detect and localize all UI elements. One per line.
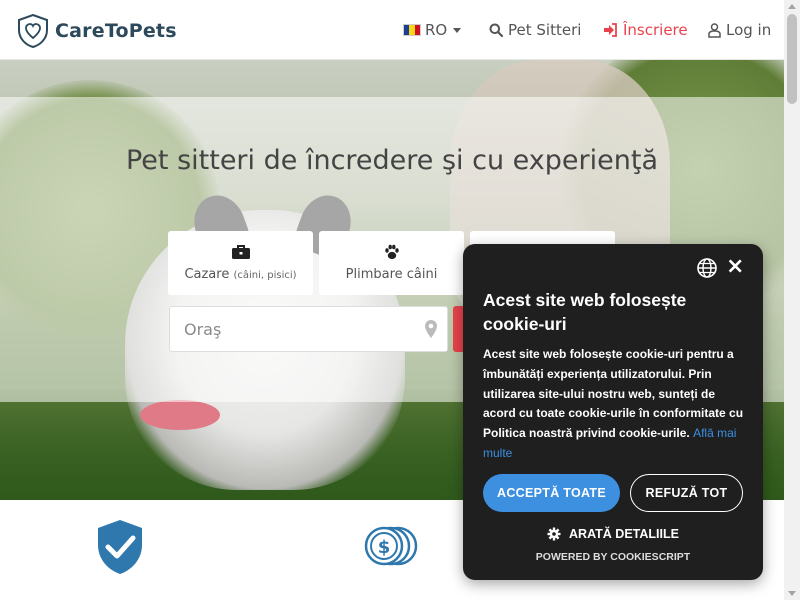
sign-in-icon (604, 23, 617, 37)
nav-pet-sitters-label: Pet Sitteri (508, 21, 582, 39)
show-details-button[interactable]: ARATĂ DETALIILE (463, 527, 763, 541)
powered-by-label: POWERED BY COOKIESCRIPT (535, 551, 691, 563)
scroll-thumb[interactable] (787, 14, 797, 104)
search-icon (489, 23, 503, 37)
svg-text:$: $ (378, 537, 391, 558)
user-icon (708, 22, 721, 38)
service-tab-boarding[interactable]: Cazare (câini, pisici) (168, 231, 313, 295)
hero-title: Pet sitteri de încredere şi cu experienţ… (125, 145, 658, 176)
accept-all-button[interactable]: ACCEPTĂ TOATE (483, 474, 620, 512)
romania-flag-icon (403, 24, 421, 36)
cookie-title: Acest site web folosește cookie-uri (483, 290, 687, 334)
coins-dollar-icon: $ (364, 526, 418, 566)
nav-signup[interactable]: Înscriere (603, 0, 688, 60)
service-tab-boarding-label: Cazare (184, 267, 230, 282)
gear-icon (547, 527, 561, 541)
service-tab-boarding-sub: (câini, pisici) (233, 270, 297, 281)
cookie-body: Acest site web folosește cookie-uri pent… (483, 345, 748, 464)
refuse-all-button[interactable]: REFUZĂ TOT (630, 474, 743, 512)
map-pin-icon (425, 320, 437, 338)
site-header: CareToPets RO Pet Sitteri Înscriere Log … (0, 0, 784, 60)
shield-check-icon (98, 520, 142, 574)
show-details-label: ARATĂ DETALIILE (569, 527, 679, 541)
briefcase-icon (231, 245, 250, 259)
logo-text: CareToPets (55, 20, 177, 42)
paw-icon (384, 244, 399, 260)
city-input[interactable] (169, 306, 448, 352)
cookie-consent-dialog: × Acest site web folosește cookie-uri Ac… (463, 244, 763, 580)
page-scrollbar[interactable] (784, 0, 800, 600)
nav-pet-sitters[interactable]: Pet Sitteri (489, 0, 581, 60)
service-tab-dog-walking[interactable]: Plimbare câini (319, 231, 464, 295)
nav-login-label: Log in (726, 21, 772, 39)
hero-dog-tongue (140, 400, 220, 430)
service-tab-dog-walking-label: Plimbare câini (345, 267, 438, 282)
globe-language-icon[interactable] (697, 258, 717, 278)
caret-down-icon (453, 27, 462, 33)
language-label: RO (425, 21, 448, 39)
nav-login[interactable]: Log in (708, 0, 771, 60)
scroll-up-arrow-icon[interactable] (788, 4, 796, 9)
close-icon[interactable]: × (726, 256, 744, 278)
scroll-down-arrow-icon[interactable] (788, 591, 796, 596)
logo-shield-heart-icon (18, 14, 48, 48)
logo[interactable]: CareToPets (17, 14, 177, 48)
nav-signup-label: Înscriere (623, 21, 688, 39)
language-selector[interactable]: RO (403, 0, 462, 60)
